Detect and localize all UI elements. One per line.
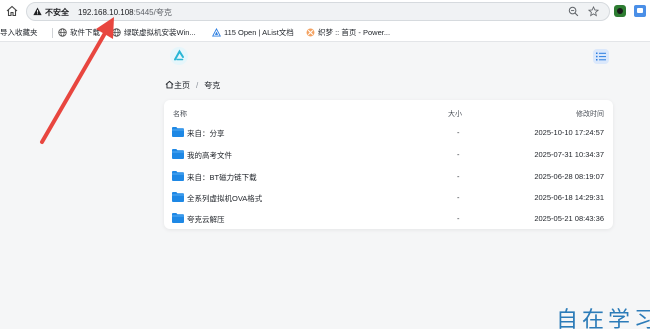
bookmark-import[interactable]: 导入收藏夹 <box>0 27 38 39</box>
logo-icon <box>174 49 184 61</box>
url-host: 192.168.10.108 <box>78 8 134 17</box>
warning-icon[interactable] <box>33 7 42 16</box>
bookmark-label: 绿联虚拟机安装Win... <box>124 28 196 37</box>
list-icon <box>596 52 606 61</box>
table-row[interactable]: 全系列虚拟机OVA格式 - 2025-06-18 14:29:31 <box>164 187 613 208</box>
row-name: 来自：分享 <box>187 129 225 138</box>
header-modified[interactable]: 修改时间 <box>576 109 604 119</box>
home-icon[interactable] <box>5 4 19 18</box>
breadcrumb-separator: / <box>196 81 199 90</box>
list-view-button[interactable] <box>593 49 609 64</box>
row-modified: 2025-10-10 17:24:57 <box>534 128 604 137</box>
alist-logo[interactable] <box>170 47 188 65</box>
table-row[interactable]: 我的高考文件 - 2025-07-31 10:34:37 <box>164 144 613 165</box>
table-row[interactable]: 夸克云解压 - 2025-05-21 08:43:36 <box>164 208 613 229</box>
row-name: 全系列虚拟机OVA格式 <box>187 194 263 203</box>
bookmarks-divider <box>52 28 53 38</box>
dream-icon <box>306 28 315 37</box>
folder-icon <box>172 127 184 137</box>
bookmark-dream[interactable]: 织梦 :: 首页 - Power... <box>306 27 390 39</box>
home-icon[interactable] <box>165 80 174 89</box>
extension-window-icon[interactable] <box>634 5 646 17</box>
breadcrumb-current[interactable]: 夸克 <box>204 81 220 90</box>
row-name: 夸克云解压 <box>187 215 225 224</box>
url-text: 192.168.10.108:5445/夸克 <box>78 7 172 18</box>
alist-icon <box>212 28 221 37</box>
header-size[interactable]: 大小 <box>448 109 462 119</box>
file-list: 名称 大小 修改时间 来自：分享 - 2025-10-10 17:24:57 我… <box>164 100 613 229</box>
breadcrumb-home[interactable]: 主页 <box>174 81 190 90</box>
extension-icon[interactable] <box>614 5 626 17</box>
row-name: 我的高考文件 <box>187 151 232 160</box>
table-row[interactable]: 来自：BT磁力链下载 - 2025-06-28 08:19:07 <box>164 166 613 187</box>
bookmarks-bar: 导入收藏夹 软件下载 绿联虚拟机安装Win... 115 Open | ALis… <box>0 24 650 42</box>
bookmark-label: 115 Open | AList文档 <box>224 28 294 37</box>
zoom-icon[interactable] <box>568 6 579 17</box>
row-modified: 2025-05-21 08:43:36 <box>534 214 604 223</box>
folder-icon <box>172 192 184 202</box>
url-input[interactable]: 不安全 192.168.10.108:5445/夸克 <box>26 2 610 21</box>
security-label: 不安全 <box>45 8 69 17</box>
row-name: 来自：BT磁力链下载 <box>187 173 257 182</box>
globe-icon <box>112 28 121 37</box>
address-bar-row: 不安全 192.168.10.108:5445/夸克 <box>0 0 650 24</box>
row-size: - <box>457 214 460 223</box>
bookmark-label: 织梦 :: 首页 - Power... <box>318 28 391 37</box>
folder-icon <box>172 213 184 223</box>
row-modified: 2025-06-28 08:19:07 <box>534 172 604 181</box>
bookmark-star-icon[interactable] <box>588 6 599 17</box>
bookmark-label: 软件下载 <box>70 28 100 37</box>
row-size: - <box>457 172 460 181</box>
globe-icon <box>58 28 67 37</box>
row-size: - <box>457 193 460 202</box>
url-path: :5445/夸克 <box>133 8 172 17</box>
row-modified: 2025-07-31 10:34:37 <box>534 150 604 159</box>
bookmark-software[interactable]: 软件下载 <box>58 27 100 39</box>
breadcrumb: 主页 / 夸克 <box>165 80 220 92</box>
folder-icon <box>172 149 184 159</box>
row-modified: 2025-06-18 14:29:31 <box>534 193 604 202</box>
bookmark-ugreen-vm[interactable]: 绿联虚拟机安装Win... <box>112 27 196 39</box>
table-row[interactable]: 来自：分享 - 2025-10-10 17:24:57 <box>164 122 613 143</box>
row-size: - <box>457 128 460 137</box>
bookmark-label: 导入收藏夹 <box>0 28 38 37</box>
row-size: - <box>457 150 460 159</box>
watermark: 自在学习 <box>556 308 650 329</box>
table-header: 名称 大小 修改时间 <box>164 100 613 122</box>
bookmark-alist[interactable]: 115 Open | AList文档 <box>212 27 294 39</box>
header-name[interactable]: 名称 <box>173 109 187 119</box>
folder-icon <box>172 171 184 181</box>
